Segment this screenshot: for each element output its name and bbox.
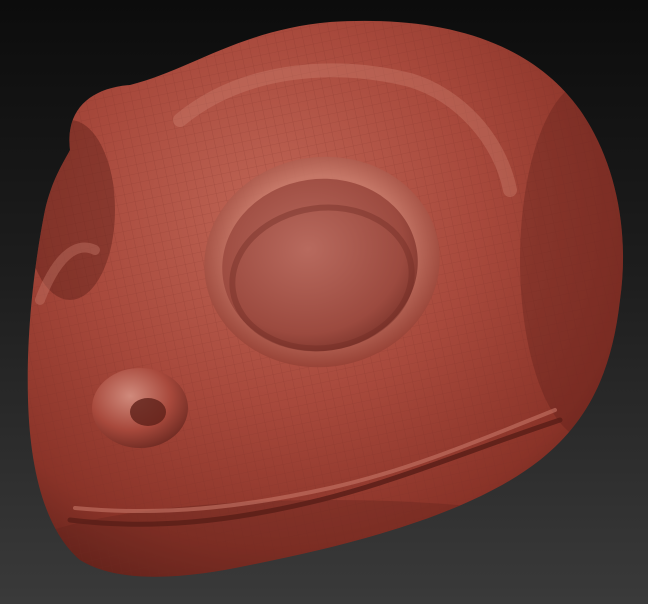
sculpt-viewport[interactable]: [0, 0, 648, 604]
sculpt-model[interactable]: [0, 0, 648, 604]
nostril: [130, 398, 166, 426]
